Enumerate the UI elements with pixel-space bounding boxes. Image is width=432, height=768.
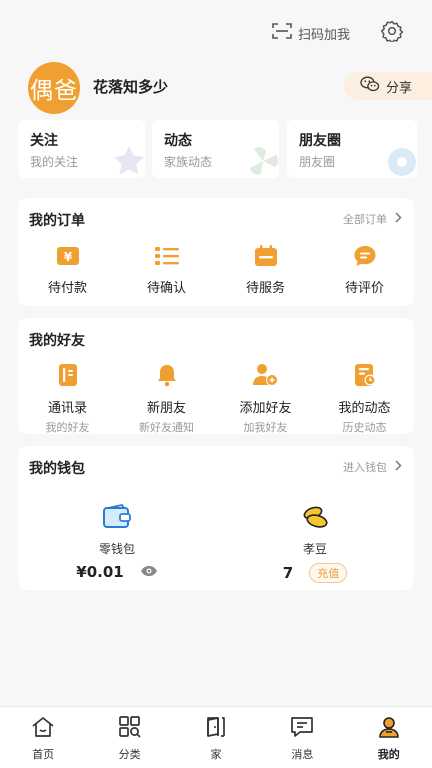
top-bar: 扫码加我 <box>0 18 432 48</box>
svg-text:¥: ¥ <box>63 250 72 264</box>
orders-card: 我的订单 全部订单 ¥ 待付款 待确认 待服务 待评价 <box>18 198 414 306</box>
avatar[interactable]: 偶爸 <box>28 62 80 114</box>
change-value: ¥0.01 <box>76 563 124 581</box>
activity-title: 动态 <box>164 133 192 149</box>
order-pending-confirm[interactable]: 待确认 <box>117 245 216 296</box>
order-pending-review[interactable]: 待评价 <box>315 245 414 296</box>
beans-icon <box>300 504 330 534</box>
friends-sublabel: 我的好友 <box>45 421 90 434</box>
order-label: 待付款 <box>47 281 87 296</box>
scan-add-me-button[interactable]: 扫码加我 <box>272 20 350 46</box>
nav-label: 首页 <box>32 748 55 761</box>
nav-home-family[interactable]: 家 <box>173 707 259 768</box>
nav-label: 我的 <box>377 748 400 761</box>
add-friend-item[interactable]: 添加好友 加我好友 <box>216 363 315 435</box>
change-label: 零钱包 <box>98 542 135 556</box>
home-icon <box>31 716 55 742</box>
friends-grid: 通讯录 我的好友 新朋友 新好友通知 添加好友 加我好友 我的动态 历史动态 <box>18 363 414 435</box>
calendar-icon <box>254 245 278 271</box>
nav-label: 分类 <box>118 748 141 761</box>
friends-sublabel: 加我好友 <box>243 421 288 434</box>
add-friend-icon <box>252 363 279 391</box>
bottom-navigation: 首页 分类 家 消息 我的 <box>0 706 432 768</box>
profile-page: 扫码加我 偶爸 花落知多少 分享 关注 我的关注 动态 家族动态 朋友圈 朋友圈… <box>0 0 432 768</box>
friends-card: 我的好友 通讯录 我的好友 新朋友 新好友通知 添加好友 加我好友 我的动态 历… <box>18 318 414 434</box>
aperture-icon <box>383 144 417 178</box>
message-icon <box>290 716 314 742</box>
scan-icon <box>272 22 292 44</box>
beans-balance: 7 充值 <box>282 563 348 583</box>
wallet-title: 我的钱包 <box>29 461 85 477</box>
share-label: 分享 <box>386 80 413 96</box>
checklist-icon <box>154 245 180 271</box>
contacts-icon <box>56 363 80 391</box>
recharge-button[interactable]: 充值 <box>309 563 348 583</box>
friends-sublabel: 新好友通知 <box>139 421 194 434</box>
moments-subtitle: 朋友圈 <box>299 155 336 169</box>
order-label: 待评价 <box>344 281 384 296</box>
beans-value: 7 <box>282 564 294 582</box>
friends-label: 我的动态 <box>338 401 391 416</box>
order-pending-service[interactable]: 待服务 <box>216 245 315 296</box>
bell-icon <box>155 363 179 391</box>
friends-label: 新朋友 <box>146 401 186 416</box>
all-orders-label: 全部订单 <box>343 213 387 226</box>
activity-card[interactable]: 动态 家族动态 <box>152 120 279 178</box>
order-label: 待服务 <box>245 281 285 296</box>
chevron-right-icon <box>395 212 402 226</box>
nav-home[interactable]: 首页 <box>0 707 86 768</box>
nav-label: 消息 <box>291 748 314 761</box>
beans-wallet[interactable]: 孝豆 7 充值 <box>216 504 414 583</box>
new-friends-item[interactable]: 新朋友 新好友通知 <box>117 363 216 435</box>
nav-category[interactable]: 分类 <box>86 707 172 768</box>
eye-icon[interactable] <box>140 563 158 581</box>
order-label: 待确认 <box>146 281 186 296</box>
orders-grid: ¥ 待付款 待确认 待服务 待评价 <box>18 245 414 296</box>
scan-label: 扫码加我 <box>298 27 351 43</box>
profile-icon <box>377 716 401 742</box>
nav-messages[interactable]: 消息 <box>259 707 345 768</box>
change-balance: ¥0.01 <box>76 563 157 581</box>
gear-icon <box>380 20 404 46</box>
orders-title: 我的订单 <box>29 213 85 229</box>
enter-wallet-link[interactable]: 进入钱包 <box>343 459 402 475</box>
friends-label: 添加好友 <box>239 401 292 416</box>
username: 花落知多少 <box>93 78 169 96</box>
change-wallet[interactable]: 零钱包 ¥0.01 <box>18 503 216 581</box>
friends-sublabel: 历史动态 <box>342 421 387 434</box>
comment-icon <box>353 245 377 271</box>
pinwheel-icon <box>245 144 279 178</box>
chevron-right-icon <box>395 460 402 474</box>
friends-label: 通讯录 <box>47 401 87 416</box>
settings-button[interactable] <box>379 20 405 46</box>
beans-label: 孝豆 <box>302 542 327 556</box>
wechat-icon <box>360 76 380 96</box>
nav-label: 家 <box>210 748 222 761</box>
follow-card[interactable]: 关注 我的关注 <box>18 120 145 178</box>
star-icon <box>111 144 145 178</box>
quick-cards: 关注 我的关注 动态 家族动态 朋友圈 朋友圈 <box>18 120 432 178</box>
all-orders-link[interactable]: 全部订单 <box>343 211 402 227</box>
enter-wallet-label: 进入钱包 <box>343 461 387 474</box>
friends-title: 我的好友 <box>29 333 85 349</box>
contacts-item[interactable]: 通讯录 我的好友 <box>18 363 117 435</box>
moments-icon <box>353 363 377 391</box>
follow-subtitle: 我的关注 <box>30 155 79 169</box>
nav-mine[interactable]: 我的 <box>346 707 432 768</box>
my-moments-item[interactable]: 我的动态 历史动态 <box>315 363 414 435</box>
wallet-card: 我的钱包 进入钱包 零钱包 ¥0.01 孝豆 7 充值 <box>18 446 414 590</box>
payment-icon: ¥ <box>56 245 80 271</box>
moments-title: 朋友圈 <box>299 133 341 149</box>
order-pending-payment[interactable]: ¥ 待付款 <box>18 245 117 296</box>
profile-header: 偶爸 花落知多少 分享 <box>0 60 432 114</box>
share-button[interactable]: 分享 <box>344 72 432 100</box>
wallet-icon <box>102 503 132 534</box>
activity-subtitle: 家族动态 <box>164 155 213 169</box>
moments-card[interactable]: 朋友圈 朋友圈 <box>287 120 417 178</box>
follow-title: 关注 <box>30 133 58 149</box>
category-icon <box>118 716 142 742</box>
door-icon <box>204 716 228 742</box>
